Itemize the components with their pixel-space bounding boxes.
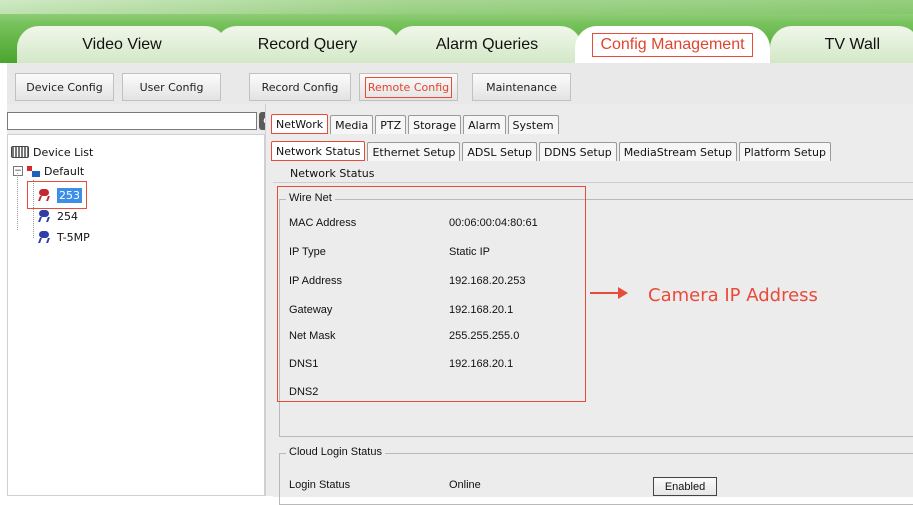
- tab-label: Platform Setup: [744, 145, 826, 159]
- tree-group-default[interactable]: − Default: [13, 162, 84, 180]
- tab-system[interactable]: System: [507, 115, 559, 134]
- tab-mediastream-setup[interactable]: MediaStream Setup: [618, 142, 738, 161]
- enabled-button[interactable]: Enabled: [653, 477, 717, 496]
- tree-device-label: 254: [57, 209, 78, 223]
- config-sub-toolbar: Device Config User Config Record Config …: [7, 63, 913, 105]
- tab-label: Alarm Queries: [435, 35, 539, 53]
- button-label: Enabled: [664, 480, 706, 493]
- group-icon: [27, 165, 40, 177]
- cloud-login-group: Cloud Login Status: [279, 446, 913, 505]
- tab-media[interactable]: Media: [330, 115, 374, 134]
- tab-label: DDNS Setup: [544, 145, 612, 159]
- tab-config-management[interactable]: Config Management: [575, 26, 770, 63]
- tab-label: Network Status: [276, 144, 361, 158]
- tab-label: NetWork: [276, 117, 324, 131]
- remote-config-button[interactable]: Remote Config: [359, 73, 458, 101]
- network-tab-row: Network Status Ethernet Setup ADSL Setup…: [271, 141, 833, 161]
- tab-alarm-queries[interactable]: Alarm Queries: [392, 26, 582, 63]
- login-status-value: Online: [449, 479, 481, 491]
- button-label: Device Config: [26, 80, 103, 94]
- tab-label: Ethernet Setup: [372, 145, 456, 159]
- device-config-button[interactable]: Device Config: [15, 73, 114, 101]
- tab-storage[interactable]: Storage: [408, 115, 462, 134]
- tab-network[interactable]: NetWork: [271, 114, 329, 134]
- tab-label: Record Query: [257, 35, 358, 53]
- device-tree: Device List − Default 253 254 T-5MP: [7, 134, 265, 496]
- tree-device-t-5mp[interactable]: T-5MP: [37, 228, 90, 246]
- maintenance-button[interactable]: Maintenance: [472, 73, 571, 101]
- tab-label: System: [512, 118, 554, 132]
- tab-ddns-setup[interactable]: DDNS Setup: [539, 142, 617, 161]
- tab-alarm[interactable]: Alarm: [463, 115, 506, 134]
- device-list-icon: [11, 146, 29, 158]
- tab-network-status[interactable]: Network Status: [271, 141, 366, 161]
- top-tab-bar: Video View Record Query Alarm Queries Co…: [0, 0, 913, 63]
- tab-ptz[interactable]: PTZ: [375, 115, 407, 134]
- tree-root-label: Device List: [33, 145, 94, 159]
- button-label: Remote Config: [364, 76, 453, 98]
- tree-device-254[interactable]: 254: [37, 207, 78, 225]
- camera-icon: [37, 230, 53, 244]
- tab-record-query[interactable]: Record Query: [215, 26, 400, 63]
- arrow-right-icon: [590, 287, 628, 299]
- tab-label: Storage: [413, 118, 457, 132]
- tab-platform-setup[interactable]: Platform Setup: [739, 142, 831, 161]
- camera-icon: [37, 209, 53, 223]
- tab-adsl-setup[interactable]: ADSL Setup: [462, 142, 538, 161]
- button-label: Maintenance: [486, 80, 557, 94]
- button-label: Record Config: [261, 80, 339, 94]
- tree-group-label: Default: [44, 164, 85, 178]
- tab-label: MediaStream Setup: [623, 145, 733, 159]
- login-status-label: Login Status: [289, 479, 351, 491]
- tab-ethernet-setup[interactable]: Ethernet Setup: [367, 142, 461, 161]
- network-status-caption: Network Status: [290, 167, 375, 180]
- tree-root-device-list[interactable]: Device List: [11, 143, 93, 161]
- tab-label: Video View: [82, 35, 162, 53]
- tab-label: Alarm: [468, 118, 501, 132]
- tab-tv-wall[interactable]: TV Wall: [770, 26, 913, 63]
- config-tab-row: NetWork Media PTZ Storage Alarm System: [271, 114, 561, 134]
- selected-device-highlight: [27, 181, 87, 209]
- tab-label: ADSL Setup: [467, 145, 533, 159]
- tab-label: PTZ: [380, 118, 402, 132]
- top-bar-sheen: [0, 0, 913, 14]
- tab-label: Media: [335, 118, 369, 132]
- device-search-input[interactable]: [7, 112, 257, 130]
- tree-connector: [17, 173, 19, 230]
- group-title: Cloud Login Status: [286, 446, 385, 458]
- record-config-button[interactable]: Record Config: [249, 73, 351, 101]
- tab-label: TV Wall: [824, 35, 880, 53]
- button-label: User Config: [139, 80, 204, 94]
- wire-net-highlight: [277, 186, 586, 402]
- camera-ip-annotation: Camera IP Address: [648, 285, 818, 306]
- user-config-button[interactable]: User Config: [122, 73, 221, 101]
- tab-label: Config Management: [592, 32, 753, 57]
- tree-device-label: T-5MP: [57, 230, 90, 244]
- tab-video-view[interactable]: Video View: [17, 26, 227, 63]
